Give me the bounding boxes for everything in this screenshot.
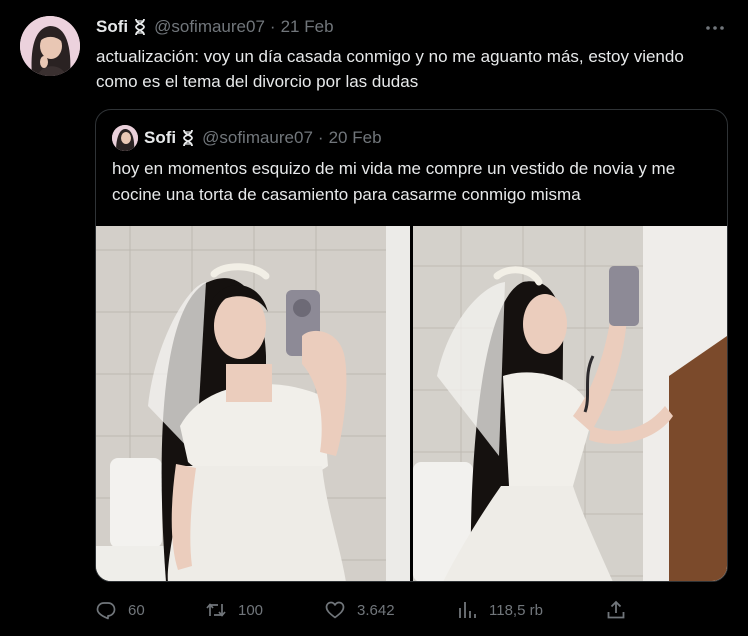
repost-count: 100	[238, 601, 264, 619]
views-count: 118,5 rb	[489, 601, 543, 619]
quote-header: Sofi @sofimaure07 · 20 Feb	[112, 125, 382, 151]
avatar[interactable]	[20, 16, 80, 76]
views-chart-icon	[459, 602, 476, 618]
reply-count: 60	[128, 601, 145, 619]
quote-media	[96, 226, 727, 581]
quote-author-handle: @sofimaure07	[202, 128, 313, 147]
tweet[interactable]: Sofi @sofimaure07 · 21 Feb actualización…	[0, 0, 748, 636]
dna-badge-icon	[132, 18, 148, 36]
reply-icon	[96, 602, 116, 620]
more-horizontal-icon[interactable]	[704, 18, 726, 38]
quote-text: hoy en momentos esquizo de mi vida me co…	[112, 159, 676, 204]
photo-2[interactable]	[413, 226, 727, 581]
avatar-image	[20, 16, 80, 76]
quote-author-name: Sofi	[144, 128, 177, 147]
repost-button[interactable]: 100	[206, 600, 263, 620]
like-count: 3.642	[357, 601, 395, 619]
quoted-tweet[interactable]: Sofi @sofimaure07 · 20 Feb hoy en moment…	[95, 109, 728, 582]
tweet-text: actualización: voy un día casada conmigo…	[96, 47, 684, 91]
tweet-date[interactable]: 21 Feb	[281, 17, 334, 37]
photo-1[interactable]	[96, 226, 410, 581]
like-button[interactable]: 3.642	[325, 600, 395, 620]
quote-avatar	[112, 125, 138, 151]
author-handle[interactable]: @sofimaure07	[154, 17, 265, 37]
repost-icon	[206, 603, 226, 617]
quote-date: 20 Feb	[328, 128, 382, 147]
views-button[interactable]: 118,5 rb	[457, 600, 543, 620]
share-button[interactable]	[606, 600, 638, 620]
author-name[interactable]: Sofi	[96, 17, 128, 37]
tweet-header: Sofi @sofimaure07 · 21 Feb	[96, 16, 334, 38]
separator: ·	[269, 17, 276, 36]
heart-icon	[325, 601, 345, 619]
separator: ·	[317, 128, 324, 147]
share-icon	[607, 600, 625, 619]
action-bar: 60 100 3.642 118,5 rb	[96, 594, 732, 626]
dna-badge-icon	[180, 129, 196, 147]
reply-button[interactable]: 60	[96, 600, 145, 620]
